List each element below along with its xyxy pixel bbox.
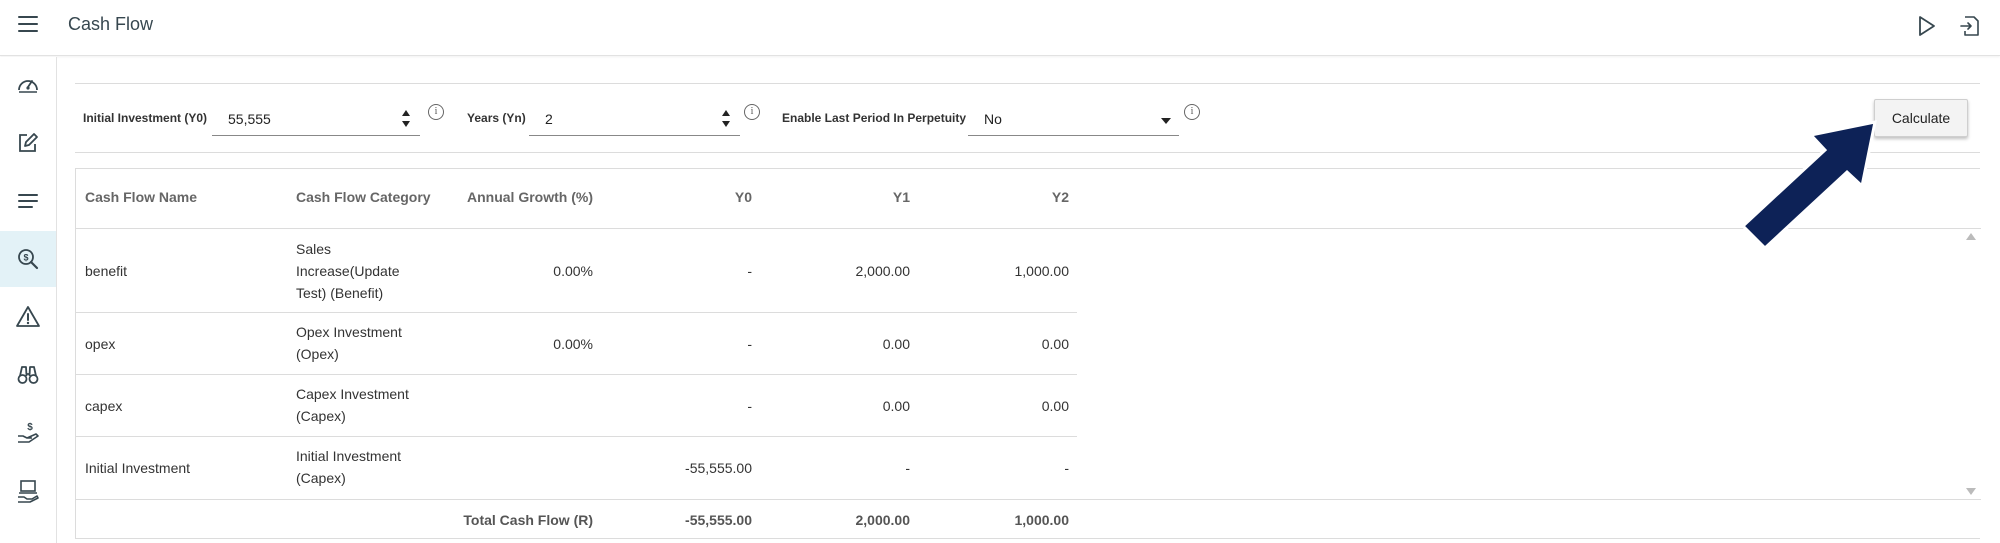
years-input[interactable]: 2 — [529, 106, 740, 136]
play-icon[interactable] — [1913, 13, 1939, 39]
total-y1: 2,000.00 — [855, 512, 911, 528]
sidebar: $ $ — [0, 57, 57, 543]
perpetuity-select[interactable]: No — [968, 106, 1179, 136]
export-icon[interactable] — [1957, 13, 1983, 39]
years-label: Years (Yn) — [467, 111, 526, 125]
scroll-up-icon[interactable] — [1966, 233, 1976, 240]
table-row[interactable]: Initial Investment Initial Investment (C… — [76, 437, 1077, 499]
binoculars-icon — [17, 366, 39, 384]
column-header-y0: Y0 — [734, 189, 752, 205]
total-label: Total Cash Flow (R) — [463, 512, 593, 528]
cell-y1: 0.00 — [882, 336, 910, 352]
sidebar-item-dashboard[interactable] — [0, 57, 56, 113]
table-row[interactable]: opex Opex Investment (Opex) 0.00% - 0.00… — [76, 313, 1077, 375]
table-row[interactable]: capex Capex Investment (Capex) - 0.00 0.… — [76, 375, 1077, 437]
years-stepper[interactable] — [722, 108, 732, 134]
table-row[interactable]: benefit Sales Increase(Update Test) (Ben… — [76, 229, 1077, 313]
laptop-hand-icon — [18, 480, 39, 503]
sidebar-item-binoculars[interactable] — [0, 347, 56, 403]
table-header: Cash Flow Name Cash Flow Category Annual… — [76, 169, 1981, 229]
cell-y2: - — [1064, 460, 1069, 476]
column-header-name: Cash Flow Name — [85, 189, 198, 205]
cell-name: Initial Investment — [85, 460, 191, 476]
cell-name: benefit — [85, 263, 128, 279]
cash-flow-table: Cash Flow Name Cash Flow Category Annual… — [75, 168, 1981, 539]
cell-y0: - — [747, 398, 752, 414]
page-title: Cash Flow — [68, 14, 154, 34]
table-scrollbar[interactable] — [1962, 229, 1980, 499]
annotation-arrow-icon — [1740, 120, 1877, 248]
cell-y1: 2,000.00 — [855, 263, 911, 279]
initial-investment-value: 55,555 — [228, 111, 271, 127]
sidebar-item-list[interactable] — [0, 173, 56, 229]
svg-text:$: $ — [27, 422, 33, 433]
cell-name: opex — [85, 336, 116, 352]
total-y2: 1,000.00 — [1014, 512, 1070, 528]
column-header-y1: Y1 — [892, 189, 910, 205]
cell-y0: - — [747, 336, 752, 352]
cell-y2: 0.00 — [1041, 336, 1069, 352]
scroll-down-icon[interactable] — [1966, 488, 1976, 495]
svg-text:$: $ — [23, 253, 28, 263]
cell-category: Sales Increase(Update Test) (Benefit) — [296, 241, 400, 301]
cell-y2: 1,000.00 — [1014, 263, 1070, 279]
sidebar-item-analysis[interactable]: $ — [0, 231, 56, 287]
analysis-icon: $ — [18, 249, 39, 270]
warning-icon — [16, 306, 40, 327]
cell-category: Initial Investment (Capex) — [296, 448, 402, 486]
cell-y1: - — [905, 460, 910, 476]
cell-y0: -55,555.00 — [685, 460, 752, 476]
cell-name: capex — [85, 398, 123, 414]
years-value: 2 — [545, 111, 553, 127]
cell-category: Opex Investment (Opex) — [296, 324, 402, 362]
cell-growth: 0.00% — [553, 336, 593, 352]
top-bar: Cash Flow — [0, 0, 2000, 56]
initial-investment-info-icon[interactable]: i — [428, 104, 444, 120]
initial-investment-stepper[interactable] — [402, 108, 412, 134]
dashboard-icon — [18, 80, 38, 93]
sidebar-item-laptop[interactable] — [0, 463, 56, 519]
column-header-y2: Y2 — [1051, 189, 1069, 205]
total-y0: -55,555.00 — [685, 512, 752, 528]
perpetuity-label: Enable Last Period In Perpetuity — [782, 111, 967, 125]
column-header-growth: Annual Growth (%) — [467, 189, 593, 205]
cell-y1: 0.00 — [882, 398, 910, 414]
perpetuity-value: No — [984, 111, 1002, 127]
total-row: Total Cash Flow (R) -55,555.00 2,000.00 … — [76, 499, 1077, 539]
menu-icon[interactable] — [18, 16, 38, 36]
cell-category: Capex Investment (Capex) — [296, 386, 409, 424]
sidebar-item-edit[interactable] — [0, 115, 56, 171]
sidebar-item-warning[interactable] — [0, 289, 56, 345]
initial-investment-label: Initial Investment (Y0) — [83, 111, 208, 125]
cell-y0: - — [747, 263, 752, 279]
calculate-button[interactable]: Calculate — [1874, 99, 1968, 137]
parameters-bar: Initial Investment (Y0) 55,555 i Years (… — [75, 83, 1980, 153]
list-icon — [18, 194, 38, 208]
years-info-icon[interactable]: i — [744, 104, 760, 120]
cell-growth: 0.00% — [553, 263, 593, 279]
money-hand-icon: $ — [18, 422, 39, 443]
chevron-down-icon — [1161, 118, 1171, 124]
initial-investment-input[interactable]: 55,555 — [212, 106, 420, 136]
cell-y2: 0.00 — [1041, 398, 1069, 414]
edit-icon — [19, 133, 38, 152]
perpetuity-info-icon[interactable]: i — [1184, 104, 1200, 120]
sidebar-item-money[interactable]: $ — [0, 405, 56, 461]
